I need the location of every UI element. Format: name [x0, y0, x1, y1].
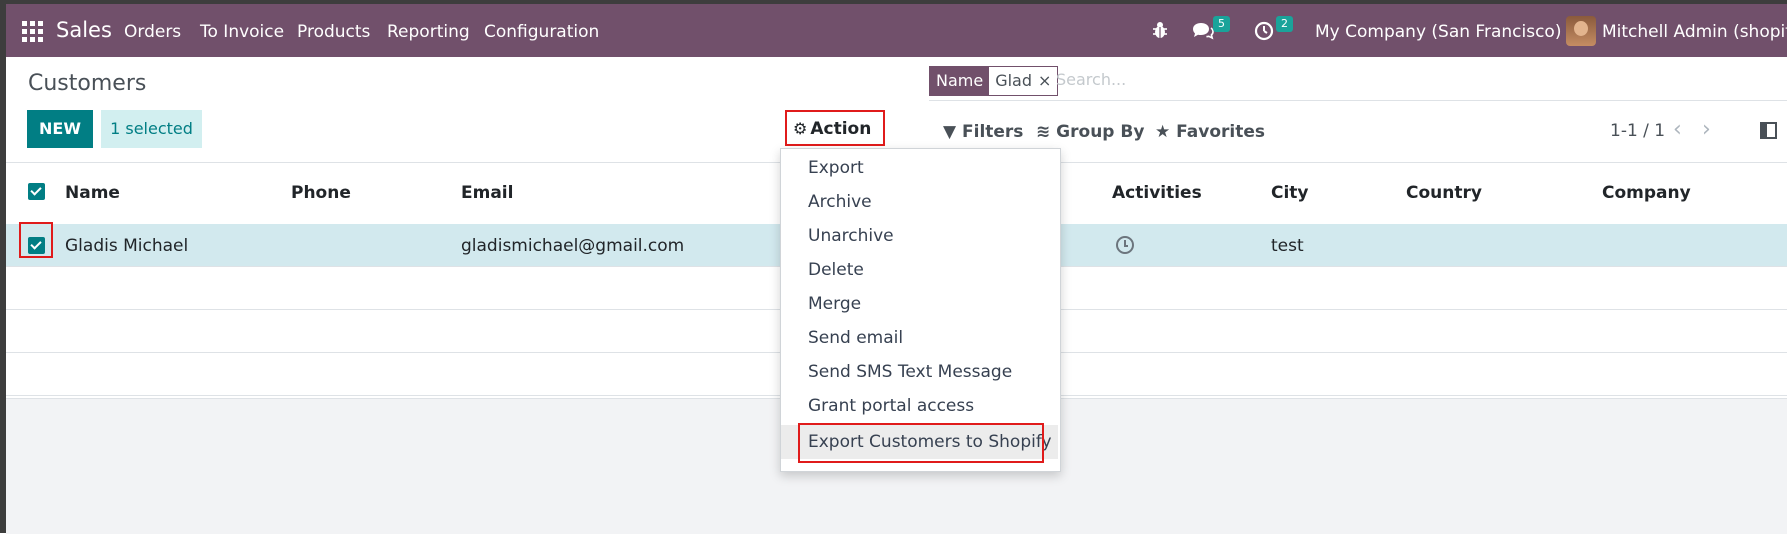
app-brand[interactable]: Sales	[56, 18, 112, 42]
apps-grid-icon[interactable]	[22, 21, 43, 42]
activities-count-badge: 2	[1276, 16, 1293, 32]
menu-item-grant-portal[interactable]: Grant portal access	[781, 389, 1058, 423]
menu-item-delete[interactable]: Delete	[781, 253, 1058, 287]
cell-email: gladismichael@gmail.com	[461, 236, 685, 256]
user-avatar[interactable]	[1566, 16, 1596, 46]
chat-messages-icon[interactable]	[1191, 21, 1215, 41]
pager-prev-icon[interactable]: ‹	[1673, 117, 1682, 142]
search-input[interactable]	[1054, 69, 1458, 90]
row-checkbox-highlight	[19, 222, 53, 258]
menu-item-archive[interactable]: Archive	[781, 185, 1058, 219]
action-dropdown-menu: Export Archive Unarchive Delete Merge Se…	[780, 148, 1061, 472]
new-button[interactable]: NEW	[27, 110, 93, 148]
messages-count-badge: 5	[1213, 16, 1230, 32]
activities-clock-icon[interactable]	[1254, 21, 1274, 41]
column-company[interactable]: Company	[1602, 183, 1691, 203]
list-view-switcher-icon[interactable]	[1760, 122, 1777, 139]
select-all-checkbox[interactable]	[28, 183, 45, 200]
menu-item-send-email[interactable]: Send email	[781, 321, 1058, 355]
column-email[interactable]: Email	[461, 183, 513, 203]
menu-item-unarchive[interactable]: Unarchive	[781, 219, 1058, 253]
company-switcher[interactable]: My Company (San Francisco)	[1315, 22, 1561, 42]
favorites-label: Favorites	[1176, 122, 1266, 142]
menu-products[interactable]: Products	[297, 22, 370, 42]
search-facet[interactable]: Name Glad ×	[929, 66, 1059, 96]
menu-item-export[interactable]: Export	[781, 151, 1058, 185]
action-label: Action	[810, 119, 872, 139]
pager-next-icon[interactable]: ›	[1702, 117, 1711, 142]
layers-icon: ≋	[1036, 122, 1051, 142]
debug-bug-icon[interactable]	[1151, 20, 1169, 40]
page-title[interactable]: Customers	[28, 71, 146, 96]
menu-reporting[interactable]: Reporting	[387, 22, 470, 42]
column-name[interactable]: Name	[65, 183, 120, 203]
facet-field-name: Name	[930, 67, 990, 95]
column-city[interactable]: City	[1271, 183, 1309, 203]
cell-city: test	[1271, 236, 1304, 256]
action-button[interactable]: ⚙ Action	[785, 110, 885, 146]
activity-clock-icon[interactable]	[1116, 236, 1134, 254]
top-navbar: Sales Orders To Invoice Products Reporti…	[6, 4, 1787, 57]
search-bar: Name Glad ×	[929, 66, 1787, 101]
filter-funnel-icon: ▼	[943, 122, 957, 142]
cell-name: Gladis Michael	[65, 236, 189, 256]
group-by-label: Group By	[1056, 122, 1145, 142]
user-menu[interactable]: Mitchell Admin (shopify_	[1602, 22, 1787, 42]
menu-item-send-sms[interactable]: Send SMS Text Message	[781, 355, 1058, 389]
star-icon: ★	[1155, 122, 1171, 142]
shopify-export-highlight	[798, 423, 1044, 463]
favorites-button[interactable]: ★ Favorites	[1155, 122, 1265, 142]
facet-value: Glad	[995, 71, 1033, 90]
pager-value[interactable]: 1-1 / 1	[1610, 121, 1665, 141]
menu-to-invoice[interactable]: To Invoice	[200, 22, 284, 42]
column-phone[interactable]: Phone	[291, 183, 351, 203]
selection-count-badge[interactable]: 1 selected	[101, 110, 202, 148]
menu-configuration[interactable]: Configuration	[484, 22, 599, 42]
menu-orders[interactable]: Orders	[124, 22, 181, 42]
menu-item-merge[interactable]: Merge	[781, 287, 1058, 321]
column-country[interactable]: Country	[1406, 183, 1482, 203]
filters-label: Filters	[962, 122, 1024, 142]
group-by-button[interactable]: ≋ Group By	[1036, 122, 1144, 142]
filters-button[interactable]: ▼ Filters	[943, 122, 1023, 142]
gear-icon: ⚙	[793, 119, 808, 138]
column-activities[interactable]: Activities	[1112, 183, 1202, 203]
